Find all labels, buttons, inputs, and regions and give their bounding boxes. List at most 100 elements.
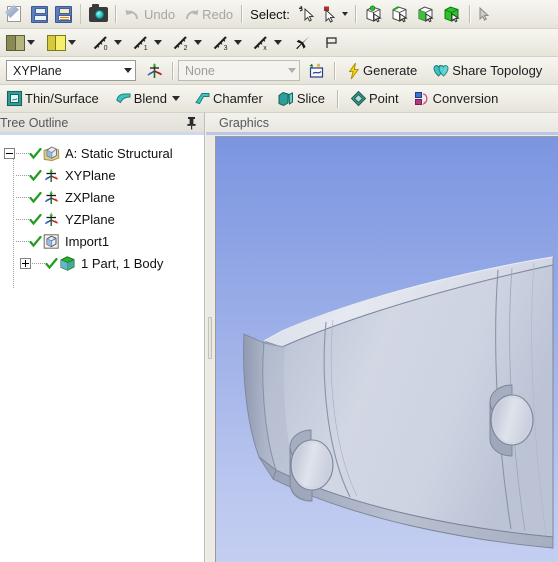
redo-button[interactable]: Redo: [179, 2, 237, 26]
box-select-button[interactable]: [319, 2, 351, 26]
panel-splitter-grip[interactable]: [208, 316, 212, 359]
tree-node-xyplane[interactable]: XYPlane: [0, 164, 204, 186]
sweep-x-button[interactable]: x: [249, 31, 285, 55]
graphics-viewport[interactable]: [215, 136, 558, 562]
tree-node-yzplane[interactable]: YZPlane: [0, 208, 204, 230]
camera-icon: [89, 3, 108, 22]
chamfer-icon: [194, 91, 211, 106]
conversion-label: Conversion: [432, 91, 499, 106]
slice-label: Slice: [296, 91, 325, 106]
blend-icon: [115, 91, 132, 106]
svg-text:x: x: [263, 45, 267, 52]
tree-outline-header: Tree Outline: [0, 113, 204, 135]
status-check-icon: [29, 147, 42, 160]
toolbar-separator: [115, 5, 117, 23]
sweep-2-dropdown-icon[interactable]: [194, 40, 202, 45]
blend-button[interactable]: Blend: [112, 87, 184, 111]
undo-button[interactable]: Undo: [121, 2, 179, 26]
select-bodies-button[interactable]: [439, 2, 465, 26]
display-model-dropdown-icon[interactable]: [68, 40, 76, 45]
select-vertices-button[interactable]: [361, 2, 387, 26]
thin-surface-label: Thin/Surface: [25, 91, 99, 106]
display-plane-button[interactable]: [3, 31, 38, 55]
toolbar-separator: [337, 89, 339, 108]
tree-connector-dots: [32, 262, 45, 264]
chamfer-button[interactable]: Chamfer: [191, 87, 267, 111]
expand-expander-icon[interactable]: [20, 257, 31, 269]
screenshot-button[interactable]: [86, 2, 111, 26]
edge-filter-icon: [390, 5, 410, 23]
save-icon: [30, 5, 48, 23]
blend-dropdown-icon[interactable]: [171, 96, 180, 101]
tree-connector-dots: [16, 196, 29, 198]
svg-text:0: 0: [104, 45, 108, 52]
main-panels: Tree Outline A: Static Structural XYPlan…: [0, 113, 558, 562]
look-at-button[interactable]: [291, 31, 315, 55]
save-button[interactable]: [27, 2, 51, 26]
sweep-1-button[interactable]: 1: [129, 31, 165, 55]
conversion-button[interactable]: Conversion: [411, 87, 503, 111]
select-faces-button[interactable]: [413, 2, 439, 26]
toolbar-separator: [80, 4, 81, 24]
sweep-0-button[interactable]: 0: [89, 31, 125, 55]
flag-icon: [324, 35, 339, 50]
sweep-x-dropdown-icon[interactable]: [274, 40, 282, 45]
tree-node-zxplane[interactable]: ZXPlane: [0, 186, 204, 208]
single-select-button[interactable]: [295, 2, 319, 26]
active-plane-dropdown-icon[interactable]: [119, 61, 135, 80]
status-check-icon: [29, 235, 42, 248]
toolbar-modeling: Thin/Surface Blend Chamfer Slice Point C…: [0, 85, 558, 113]
toolbar-separator: [354, 5, 357, 23]
toolbar-plane-sketch: XYPlane None Generate Share Topology: [0, 57, 558, 85]
graphics-title: Graphics: [219, 115, 270, 130]
header-accent-bar: [206, 132, 558, 135]
new-button[interactable]: [3, 2, 27, 26]
dart-icon: [294, 34, 312, 52]
svg-text:3: 3: [224, 45, 228, 52]
sweep-1-icon: 1: [132, 34, 152, 52]
save-as-button[interactable]: [51, 2, 75, 26]
sweep-1-dropdown-icon[interactable]: [154, 40, 162, 45]
generate-label: Generate: [363, 63, 418, 78]
tree-node-import1[interactable]: Import1: [0, 230, 204, 252]
toolbar-separator: [172, 61, 174, 80]
active-sketch-combo[interactable]: None: [178, 60, 300, 81]
display-plane-icon: [6, 34, 25, 51]
tree-outline-panel: Tree Outline A: Static Structural XYPlan…: [0, 113, 205, 562]
auto-hide-pin-icon[interactable]: [185, 116, 198, 130]
graphics-panel: Graphics: [206, 113, 558, 562]
sweep-x-icon: x: [252, 34, 272, 52]
extend-select-button[interactable]: [475, 2, 499, 26]
sweep-3-dropdown-icon[interactable]: [234, 40, 242, 45]
display-plane-dropdown-icon[interactable]: [27, 40, 35, 45]
sweep-2-button[interactable]: 2: [169, 31, 205, 55]
point-button[interactable]: Point: [347, 87, 403, 111]
tree-node-static-structural[interactable]: A: Static Structural: [0, 142, 204, 164]
box-select-cursor-icon: [322, 5, 340, 23]
status-check-icon: [29, 191, 42, 204]
new-sketch-button[interactable]: [304, 59, 330, 83]
slice-button[interactable]: Slice: [274, 87, 329, 111]
share-topology-button[interactable]: Share Topology: [429, 59, 546, 83]
plane-icon: [43, 211, 60, 228]
tree-connector-dots: [16, 174, 29, 176]
new-plane-button[interactable]: [142, 59, 168, 83]
active-sketch-dropdown-icon[interactable]: [283, 61, 299, 80]
box-select-dropdown-icon[interactable]: [341, 12, 348, 16]
active-plane-value: XYPlane: [13, 63, 62, 78]
status-check-icon: [29, 213, 42, 226]
display-model-button[interactable]: [44, 31, 79, 55]
toolbar-separator: [241, 5, 244, 23]
active-plane-combo[interactable]: XYPlane: [6, 60, 136, 81]
body-icon: [59, 255, 76, 272]
thin-surface-button[interactable]: Thin/Surface: [3, 87, 103, 111]
sweep-3-button[interactable]: 3: [209, 31, 245, 55]
model-render: [243, 256, 554, 549]
select-edges-button[interactable]: [387, 2, 413, 26]
tree-node-parts-bodies[interactable]: 1 Part, 1 Body: [0, 252, 204, 274]
generate-button[interactable]: Generate: [344, 59, 421, 83]
tree-node-label: XYPlane: [65, 167, 116, 183]
viewports-button[interactable]: [319, 31, 343, 55]
collapse-expander-icon[interactable]: [4, 147, 15, 159]
sweep-0-dropdown-icon[interactable]: [114, 40, 122, 45]
